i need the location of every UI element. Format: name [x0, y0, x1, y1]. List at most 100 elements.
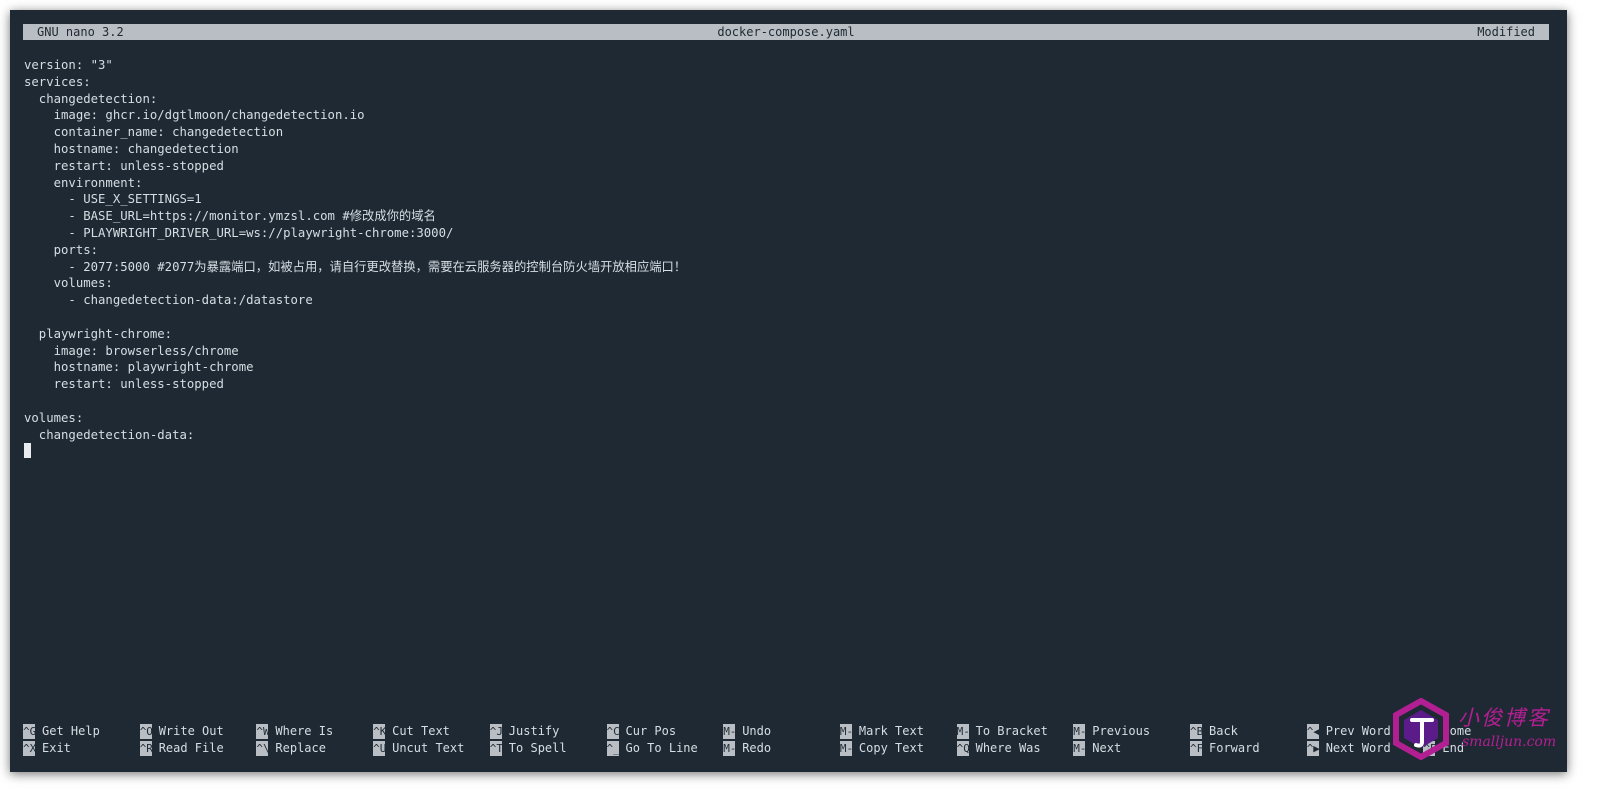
shortcut-label: To Spell	[508, 741, 567, 755]
shortcut-key: ^G	[23, 724, 35, 739]
shortcut-key: ^J	[489, 724, 502, 739]
shortcut-item[interactable]: ^B Back	[1190, 723, 1238, 740]
nano-titlebar: GNU nano 3.2 docker-compose.yaml Modifie…	[23, 24, 1549, 40]
terminal-window: GNU nano 3.2 docker-compose.yaml Modifie…	[10, 10, 1567, 772]
shortcut-item[interactable]: M-U Undo	[723, 723, 771, 740]
shortcut-item[interactable]: ^F Forward	[1190, 740, 1260, 757]
shortcut-label: Copy Text	[858, 741, 924, 755]
shortcut-key: ^W	[256, 724, 269, 739]
code-line: hostname: changedetection	[24, 141, 239, 156]
code-line: environment:	[24, 175, 143, 190]
watermark: 小俊博客 smalljun.com	[1392, 698, 1556, 762]
code-line: restart: unless-stopped	[24, 377, 224, 392]
shortcut-label: To Bracket	[975, 724, 1048, 738]
shortcut-key: ^◀	[1306, 724, 1319, 739]
shortcut-item[interactable]: ^X Exit	[23, 740, 71, 757]
shortcut-key: ^_	[606, 741, 619, 756]
shortcut-key: M-U	[723, 724, 736, 739]
shortcut-bar: ^G Get Help ^X Exit ^O Write Out ^R Read File ^W…	[23, 723, 1553, 759]
shortcut-item[interactable]: ^T To Spell	[489, 740, 567, 757]
code-line: - USE_X_SETTINGS=1	[24, 192, 202, 207]
cursor-line	[24, 443, 1544, 460]
code-line: image: browserless/chrome	[24, 343, 239, 358]
shortcut-item[interactable]: ^J Justify	[489, 723, 560, 740]
shortcut-key: ^\	[256, 741, 269, 756]
editor-area[interactable]: version: "3" services: changedetection: i…	[24, 57, 1544, 460]
shortcut-label: Justify	[508, 724, 560, 738]
shortcut-key: M-A	[839, 724, 852, 739]
shortcut-key: ^T	[489, 741, 502, 756]
shortcut-label: Exit	[42, 741, 71, 755]
shortcut-label: Next	[1092, 741, 1122, 755]
code-line: changedetection-data:	[24, 427, 195, 442]
shortcut-label: Forward	[1209, 741, 1260, 755]
code-line: restart: unless-stopped	[24, 158, 224, 173]
code-line: - changedetection-data:/datastore	[24, 293, 313, 308]
code-line: playwright-chrome:	[24, 326, 173, 341]
hexagon-logo-icon	[1393, 698, 1449, 760]
shortcut-key: ^Q	[956, 741, 969, 756]
shortcut-item[interactable]: ^◀ Prev Word	[1306, 723, 1391, 740]
shortcut-label: Prev Word	[1325, 724, 1391, 738]
code-line: volumes:	[24, 410, 84, 425]
shortcut-label: Where Is	[275, 724, 334, 738]
modified-status: Modified	[1477, 25, 1535, 39]
shortcut-label: Write Out	[158, 724, 224, 738]
shortcut-item[interactable]: ^Q Where Was	[956, 740, 1041, 757]
shortcut-item[interactable]: ^\ Replace	[256, 740, 326, 757]
shortcut-key: ^▶	[1306, 741, 1319, 756]
shortcut-item[interactable]: ^R Read File	[139, 740, 224, 757]
shortcut-key: M-]	[956, 724, 969, 739]
shortcut-key: ^B	[1190, 724, 1202, 739]
shortcut-key: ^F	[1190, 741, 1202, 756]
shortcut-item[interactable]: ^_ Go To Line	[606, 740, 698, 757]
shortcut-label: Uncut Text	[392, 741, 465, 755]
shortcut-item[interactable]: M-W Next	[1073, 740, 1121, 757]
file-name: docker-compose.yaml	[717, 25, 855, 39]
shortcut-label: Undo	[742, 724, 772, 738]
code-line: - PLAYWRIGHT_DRIVER_URL=ws://playwright-…	[24, 225, 454, 240]
shortcut-item[interactable]: M-6 Copy Text	[839, 740, 924, 757]
code-line: - 2077:5000 #2077为暴露端口，如被占用，请自行更改替换，需要在云…	[24, 259, 687, 274]
shortcut-label: Back	[1209, 724, 1238, 738]
shortcut-key: ^U	[373, 741, 386, 756]
shortcut-item[interactable]: M-Q Previous	[1073, 723, 1150, 740]
shortcut-key: M-6	[839, 741, 852, 756]
code-line: version: "3"	[24, 58, 113, 72]
code-line: changedetection:	[24, 91, 158, 106]
shortcut-label: Next Word	[1325, 741, 1391, 755]
code-line: volumes:	[24, 276, 113, 291]
shortcut-label: Where Was	[975, 741, 1041, 755]
code-line: services:	[24, 74, 91, 89]
shortcut-key: ^X	[23, 741, 35, 756]
shortcut-label: Get Help	[42, 724, 100, 738]
shortcut-key: M-E	[723, 741, 736, 756]
code-line: container_name: changedetection	[24, 125, 284, 140]
shortcut-item[interactable]: ^O Write Out	[139, 723, 224, 740]
code-line: - BASE_URL=https://monitor.ymzsl.com #修改…	[24, 209, 436, 224]
shortcut-item[interactable]: M-A Mark Text	[839, 723, 924, 740]
shortcut-item[interactable]: ^U Uncut Text	[373, 740, 464, 757]
shortcut-item[interactable]: ^▶ Next Word	[1306, 740, 1391, 757]
code-line: ports:	[24, 242, 99, 257]
shortcut-item[interactable]: ^C Cur Pos	[606, 723, 677, 740]
shortcut-key: ^R	[139, 741, 152, 756]
shortcut-item[interactable]: ^W Where Is	[256, 723, 333, 740]
shortcut-label: Previous	[1092, 724, 1151, 738]
shortcut-item[interactable]: M-E Redo	[723, 740, 771, 757]
shortcut-key: ^K	[373, 724, 386, 739]
text-cursor	[24, 443, 31, 459]
shortcut-item[interactable]: M-] To Bracket	[956, 723, 1048, 740]
shortcut-key: ^O	[139, 724, 152, 739]
shortcut-label: Replace	[275, 741, 326, 755]
shortcut-item[interactable]: ^G Get Help	[23, 723, 100, 740]
code-line: hostname: playwright-chrome	[24, 360, 254, 375]
shortcut-label: Cur Pos	[625, 724, 677, 738]
shortcut-label: Go To Line	[625, 741, 698, 755]
shortcut-item[interactable]: ^K Cut Text	[373, 723, 450, 740]
shortcut-label: Redo	[742, 741, 772, 755]
shortcut-label: Read File	[158, 741, 224, 755]
shortcut-key: M-Q	[1073, 724, 1086, 739]
